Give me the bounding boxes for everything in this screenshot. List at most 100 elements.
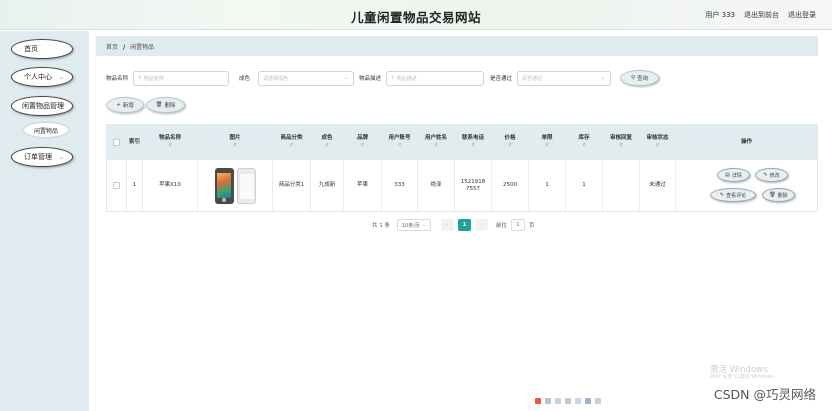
detail-button[interactable]: ▤ 详情 [717, 168, 750, 182]
sidebar-item-profile[interactable]: 个人中心 ⌄ [11, 67, 73, 87]
detail-icon: ▤ [725, 172, 730, 178]
approved-select[interactable]: 是否通过 ⌄ [517, 70, 612, 86]
approved-placeholder: 是否通过 [522, 75, 543, 82]
page-size-select[interactable]: 10条/页 ⌄ [397, 219, 431, 231]
td-username: 绝泽 [418, 160, 455, 211]
sidebar-item-idle-goods-mgmt[interactable]: 闲置物品管理 [11, 96, 73, 116]
batch-delete-button[interactable]: 🗑 删除 [146, 97, 185, 113]
th-actions: 操作 [740, 138, 752, 145]
th-username[interactable]: 用户姓名 ⇵ [418, 125, 455, 159]
logout-link[interactable]: 退出登录 [788, 10, 816, 20]
view-reviews-button[interactable]: ✎ 查看评论 [710, 188, 756, 202]
sidebar-item-home[interactable]: 首页 [11, 39, 73, 59]
edit-button-label: 修改 [769, 172, 780, 179]
th-account[interactable]: 用户账号 ⇵ [382, 125, 418, 159]
name-search-input[interactable]: ⚲ 物品名称 [133, 70, 230, 86]
goods-table: 索引 物品名称 ⇵ 图片 ⇵ 商品分类 ⇵ 成色 ⇵ 品牌 ⇵ 用户账号 ⇵ 用户姓名 ⇵ 联… [106, 124, 818, 212]
page-1-button[interactable]: 1 [458, 219, 471, 231]
product-image [214, 167, 256, 204]
add-button-label: 新增 [122, 103, 134, 109]
edit-button[interactable]: ✎ 修改 [755, 168, 788, 182]
th-category[interactable]: 商品分类 ⇵ [273, 125, 311, 159]
watermark-line-2: 转到"设置"以激活 Windows。 [710, 374, 779, 381]
goto-label: 前往 [496, 223, 508, 229]
sidebar-item-label: 订单管理 [24, 153, 52, 161]
desc-search-input[interactable]: ⚲ 物品描述 [386, 70, 485, 86]
trash-icon: 🗑 [769, 192, 776, 198]
sidebar-item-label: 首页 [24, 45, 38, 53]
search-icon: ⚲ [138, 75, 142, 81]
app-icon [535, 398, 541, 404]
row-select-cell [107, 160, 127, 211]
name-label: 物品名称 [106, 76, 129, 82]
app-icon [555, 398, 561, 404]
td-name: 苹果X10 [143, 160, 198, 211]
plus-icon: + [116, 102, 121, 108]
condition-select[interactable]: 请选择成色 ⌄ [258, 70, 355, 86]
sidebar-subitem-idle-goods[interactable]: 闲置物品 [24, 123, 68, 137]
csdn-watermark: CSDN @巧灵网络 [713, 387, 816, 402]
chevron-down-icon: ⌄ [600, 74, 606, 81]
select-all-checkbox[interactable] [113, 138, 120, 146]
td-brand: 苹果 [344, 160, 382, 211]
add-button[interactable]: + 新增 [106, 97, 144, 113]
td-stock: 1 [566, 160, 603, 211]
td-phone: 1521918 7557 [455, 160, 492, 211]
back-to-front-link[interactable]: 退出到前台 [744, 10, 779, 20]
total-count: 共 1 条 [372, 223, 390, 229]
next-page-button[interactable]: › [475, 219, 488, 231]
sidebar-item-label: 个人中心 [24, 73, 52, 81]
th-name[interactable]: 物品名称 ⇵ [143, 125, 198, 159]
app-icon [585, 398, 591, 404]
th-index: 索引 [127, 125, 143, 159]
query-button[interactable]: ⚲ 查询 [620, 70, 659, 86]
delete-button-label: 删除 [164, 103, 176, 109]
goto-page-input[interactable]: 1 [511, 219, 526, 231]
th-brand[interactable]: 品牌 ⇵ [344, 125, 382, 159]
search-icon: ⚲ [391, 75, 395, 81]
tray-icons [535, 398, 601, 404]
row-delete-button[interactable]: 🗑 删除 [762, 188, 795, 202]
sidebar-item-label: 闲置物品管理 [22, 102, 64, 110]
row-delete-label: 删除 [777, 192, 788, 199]
chevron-down-icon: ⌄ [58, 74, 64, 81]
th-phone[interactable]: 联系电话 ⇵ [455, 125, 492, 159]
td-category: 商品分类1 [273, 160, 311, 211]
condition-label: 成色 [239, 76, 251, 82]
td-reply [603, 160, 640, 211]
th-condition[interactable]: 成色 ⇵ [311, 125, 344, 159]
breadcrumb-current: 闲置物品 [130, 44, 155, 51]
th-reply[interactable]: 审核回复 ⇵ [603, 125, 640, 159]
td-condition: 九成新 [311, 160, 344, 211]
select-all-cell [107, 125, 127, 159]
prev-page-button[interactable]: ‹ [441, 219, 454, 231]
td-index: 1 [127, 160, 143, 211]
chevron-down-icon: ⌄ [343, 74, 349, 81]
app-icon [565, 398, 571, 404]
breadcrumb-home[interactable]: 首页 [106, 44, 118, 51]
th-price[interactable]: 价格 ⇵ [492, 125, 529, 159]
chevron-down-icon: ⌄ [58, 154, 64, 161]
phone-front-image [214, 167, 234, 204]
app-icon [545, 398, 551, 404]
th-limit[interactable]: 单限 ⇵ [529, 125, 566, 159]
sidebar-item-orders[interactable]: 订单管理 ⌄ [11, 147, 73, 167]
windows-activation-watermark: 激活 Windows 转到"设置"以激活 Windows。 [710, 365, 779, 381]
name-placeholder: 物品名称 [143, 75, 164, 82]
condition-placeholder: 请选择成色 [263, 75, 289, 82]
chevron-down-icon: ⌄ [421, 222, 427, 228]
header-right: 用户 333 退出到前台 退出登录 [705, 10, 816, 20]
user-label: 用户 333 [705, 11, 735, 19]
th-image[interactable]: 图片 ⇵ [198, 125, 273, 159]
detail-button-label: 详情 [731, 172, 742, 179]
phone-line-2: 7557 [466, 185, 480, 192]
pagination: 共 1 条 10条/页 ⌄ ‹ 1 › 前往 1 页 [372, 218, 535, 232]
table-header: 索引 物品名称 ⇵ 图片 ⇵ 商品分类 ⇵ 成色 ⇵ 品牌 ⇵ 用户账号 ⇵ 用户姓名 ⇵ 联… [107, 125, 817, 159]
row-checkbox[interactable] [113, 182, 120, 189]
td-limit: 1 [529, 160, 566, 211]
th-status[interactable]: 审核状态 ⇵ [640, 125, 676, 159]
chevron-left-icon: ‹ [446, 222, 449, 228]
th-stock[interactable]: 库存 ⇵ [566, 125, 603, 159]
app-icon [575, 398, 581, 404]
desc-placeholder: 物品描述 [396, 75, 417, 82]
